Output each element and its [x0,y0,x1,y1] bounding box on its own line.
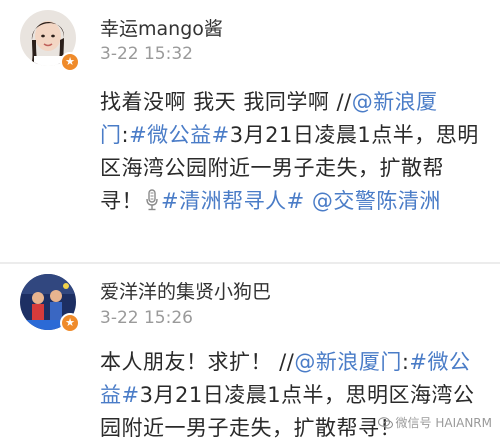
hashtag-link[interactable]: #微公益# [129,123,230,147]
timestamp: 3-22 15:26 [100,308,193,328]
post-text: 找着没啊 我天 我同学啊 // [100,90,352,114]
post-content: 找着没啊 我天 我同学啊 //@新浪厦门:#微公益#3月21日凌晨1点半，思明区… [100,86,480,218]
post-text: 本人朋友！求扩！ // [100,350,295,374]
microphone-icon [146,189,158,211]
watermark: 微信号 HAIANRM [377,414,492,431]
mention-link[interactable]: @交警陈清洲 [312,189,441,213]
hashtag-link[interactable]: #清洲帮寻人# [161,189,305,213]
username[interactable]: 爱洋洋的集贤小狗巴 [100,277,271,304]
watermark-text: 微信号 HAIANRM [395,416,492,430]
timestamp: 3-22 15:32 [100,44,193,64]
wechat-icon [377,416,393,429]
post: ★ 幸运mango酱 3-22 15:32 找着没啊 我天 我同学啊 //@新浪… [0,0,500,262]
post-text: 3月21日凌晨1点半，思明区海湾公园附近一男子走失，扩散帮寻！ [100,383,475,440]
post-text: : [121,123,130,147]
mention-link[interactable]: @新浪厦门 [294,350,402,374]
verified-badge-icon: ★ [60,52,80,72]
username[interactable]: 幸运mango酱 [100,14,223,41]
post-text [305,189,312,213]
verified-badge-icon: ★ [60,313,80,333]
